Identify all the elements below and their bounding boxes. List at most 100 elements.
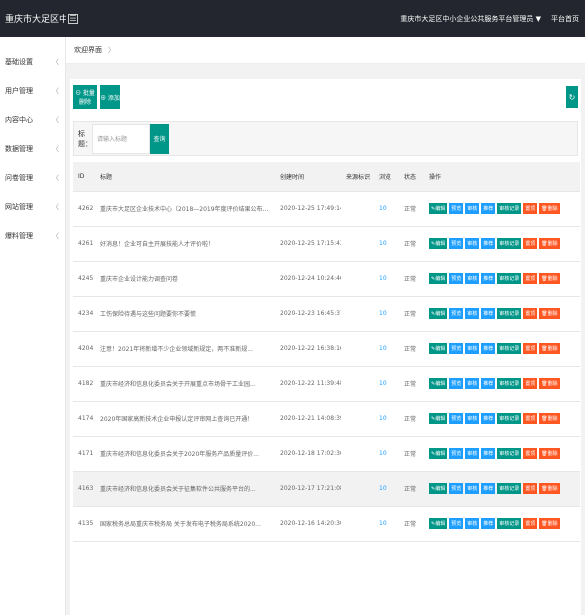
row-action-button[interactable]: 预览 — [449, 413, 464, 424]
row-action-button[interactable]: 预览 — [449, 273, 464, 284]
row-action-button[interactable]: 预览 — [449, 483, 464, 494]
tab-welcome[interactable]: 欢迎界面 — [70, 45, 106, 55]
row-action-button[interactable]: 审核 — [465, 518, 480, 529]
menu-toggle-icon[interactable]: ☰ — [68, 13, 78, 24]
row-action-button[interactable]: 预览 — [449, 308, 464, 319]
row-action-button[interactable]: 预览 — [449, 518, 464, 529]
row-action-button[interactable]: 审核记录 — [497, 343, 522, 354]
row-action-button[interactable]: 审核 — [465, 308, 480, 319]
row-action-button[interactable]: 审核记录 — [497, 518, 522, 529]
row-action-button[interactable]: 置顶 — [523, 483, 538, 494]
row-action-button[interactable]: ✎编辑 — [429, 448, 448, 459]
row-action-button[interactable]: ✎编辑 — [429, 518, 448, 529]
row-action-button[interactable]: 推荐 — [481, 343, 496, 354]
row-action-button[interactable]: 审核 — [465, 343, 480, 354]
refresh-icon[interactable]: ↻ — [566, 86, 578, 108]
row-action-button[interactable]: 审核 — [465, 273, 480, 284]
row-action-button[interactable]: ✎编辑 — [429, 413, 448, 424]
row-action-button[interactable]: 置顶 — [523, 518, 538, 529]
row-action-button[interactable]: 审核记录 — [497, 308, 522, 319]
row-action-button[interactable]: 预览 — [449, 448, 464, 459]
row-action-button[interactable]: 审核记录 — [497, 483, 522, 494]
add-button[interactable]: ⊕ 添加 — [100, 85, 120, 109]
row-action-button[interactable]: 🗑删除 — [539, 203, 560, 214]
row-action-button[interactable]: 预览 — [449, 343, 464, 354]
cell-views[interactable]: 10 — [374, 226, 399, 262]
row-action-button[interactable]: 预览 — [449, 238, 464, 249]
row-action-button[interactable]: 推荐 — [481, 483, 496, 494]
row-action-button[interactable]: 审核 — [465, 238, 480, 249]
row-action-button[interactable]: 审核记录 — [497, 238, 522, 249]
row-action-button[interactable]: 置顶 — [523, 308, 538, 319]
row-action-button[interactable]: 推荐 — [481, 273, 496, 284]
cell-views[interactable]: 10 — [374, 261, 399, 297]
query-button[interactable]: 查询 — [150, 123, 169, 154]
cell-views[interactable]: 10 — [374, 506, 399, 542]
row-action-button[interactable]: 审核记录 — [497, 273, 522, 284]
row-action-button[interactable]: 置顶 — [523, 378, 538, 389]
row-action-button[interactable]: 🗑删除 — [539, 518, 560, 529]
row-action-button[interactable]: 🗑删除 — [539, 448, 560, 459]
cell-views[interactable]: 10 — [374, 436, 399, 472]
row-action-button[interactable]: 审核 — [465, 448, 480, 459]
cell-views[interactable]: 10 — [374, 191, 399, 227]
row-action-button[interactable]: 🗑删除 — [539, 343, 560, 354]
cell-id: 4135 — [73, 506, 95, 542]
row-action-button[interactable]: 预览 — [449, 378, 464, 389]
cell-source — [341, 401, 374, 437]
row-action-button[interactable]: 置顶 — [523, 238, 538, 249]
sidebar-item[interactable]: 基础设置 〈 — [0, 47, 65, 76]
user-menu[interactable]: 重庆市大足区中小企业公共服务平台管理员 ▼ — [400, 14, 541, 24]
cell-views[interactable]: 10 — [374, 366, 399, 402]
row-action-button[interactable]: 🗑删除 — [539, 413, 560, 424]
row-action-button[interactable]: 置顶 — [523, 273, 538, 284]
cell-views[interactable]: 10 — [374, 331, 399, 367]
row-action-button[interactable]: 审核 — [465, 413, 480, 424]
row-action-button[interactable]: 审核 — [465, 483, 480, 494]
row-action-button[interactable]: 推荐 — [481, 203, 496, 214]
cell-views[interactable]: 10 — [374, 296, 399, 332]
row-action-button[interactable]: 推荐 — [481, 238, 496, 249]
row-action-button[interactable]: 审核 — [465, 203, 480, 214]
row-action-button[interactable]: ✎编辑 — [429, 483, 448, 494]
sidebar-item[interactable]: 爆料管理 〈 — [0, 221, 65, 250]
sidebar-item[interactable]: 问卷管理 〈 — [0, 163, 65, 192]
row-action-button[interactable]: 审核记录 — [497, 378, 522, 389]
row-action-button[interactable]: 🗑删除 — [539, 238, 560, 249]
row-action-button[interactable]: ✎编辑 — [429, 308, 448, 319]
row-action-button[interactable]: 🗑删除 — [539, 378, 560, 389]
row-action-button[interactable]: ✎编辑 — [429, 343, 448, 354]
row-action-button[interactable]: 推荐 — [481, 378, 496, 389]
sidebar-item[interactable]: 内容中心 〈 — [0, 105, 65, 134]
row-action-button[interactable]: 置顶 — [523, 448, 538, 459]
row-action-button[interactable]: ✎编辑 — [429, 238, 448, 249]
row-action-button[interactable]: 置顶 — [523, 413, 538, 424]
sidebar-item[interactable]: 网站管理 〈 — [0, 192, 65, 221]
row-action-button[interactable]: 推荐 — [481, 448, 496, 459]
row-action-button[interactable]: 推荐 — [481, 518, 496, 529]
batch-delete-button[interactable]: ⊖ 批量删除 — [73, 85, 97, 109]
row-action-button[interactable]: 推荐 — [481, 413, 496, 424]
row-action-button[interactable]: 审核记录 — [497, 448, 522, 459]
row-action-button[interactable]: 置顶 — [523, 343, 538, 354]
cell-views[interactable]: 10 — [374, 401, 399, 437]
sidebar-item[interactable]: 用户管理 〈 — [0, 76, 65, 105]
tab-arrow-icon[interactable]: 〉 — [108, 45, 115, 55]
row-action-button[interactable]: 🗑删除 — [539, 273, 560, 284]
row-action-button[interactable]: 🗑删除 — [539, 308, 560, 319]
sidebar-item[interactable]: 数据管理 〈 — [0, 134, 65, 163]
row-action-button[interactable]: 审核 — [465, 378, 480, 389]
row-action-button[interactable]: ✎编辑 — [429, 378, 448, 389]
row-action-button[interactable]: 审核记录 — [497, 203, 522, 214]
table-row: 4245 重庆市企业设计能力调查问卷 2020-12-24 10:24:46 10 正常… — [73, 261, 580, 297]
home-link[interactable]: 平台首页 — [551, 14, 579, 24]
row-action-button[interactable]: 推荐 — [481, 308, 496, 319]
row-action-button[interactable]: 审核记录 — [497, 413, 522, 424]
row-action-button[interactable]: ✎编辑 — [429, 273, 448, 284]
row-action-button[interactable]: ✎编辑 — [429, 203, 448, 214]
row-action-button[interactable]: 置顶 — [523, 203, 538, 214]
cell-views[interactable]: 10 — [374, 471, 399, 507]
title-search-input[interactable]: 请输入标题 — [92, 123, 150, 154]
row-action-button[interactable]: 🗑删除 — [539, 483, 560, 494]
row-action-button[interactable]: 预览 — [449, 203, 464, 214]
